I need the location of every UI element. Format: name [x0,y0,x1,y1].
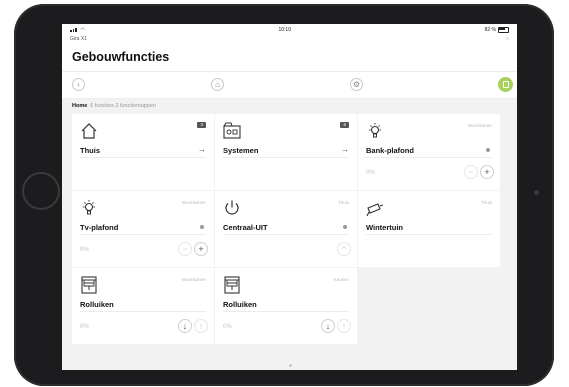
dim-value: 0% [80,247,89,253]
tile-thuis[interactable]: 3 Thuis → [72,114,214,190]
status-dot [486,148,490,152]
increase-button[interactable]: + [194,242,208,256]
tile-name: Systemen [223,146,259,155]
blind-icon [80,276,98,294]
page-title: Gebouwfuncties [72,50,170,64]
tile-centraal-uit[interactable]: Thuis Centraal-UIT ^ [215,191,357,267]
tile-tv-plafond[interactable]: Woonkamer Tv-plafond 0% − + [72,191,214,267]
decrease-button[interactable]: − [178,242,192,256]
systems-icon [223,122,241,140]
tile-systemen[interactable]: 6 Systemen → [215,114,357,190]
camera-icon [366,199,384,217]
breadcrumb-info: 6 functies 2 functiemappen [90,103,157,109]
decrease-button[interactable]: − [464,165,478,179]
room-label: Woonkamer [181,277,206,282]
tile-name: Bank-plafond [366,146,414,155]
house-icon [80,122,98,140]
divider [223,311,349,312]
room-label: Thuis [337,200,349,205]
divider [223,157,349,158]
tile-rolluiken-woonkamer[interactable]: Woonkamer Rolluiken 0% ↓ ↑ [72,268,214,344]
back-icon[interactable]: ‹ [72,78,85,91]
function-grid: 3 Thuis → 6 Systemen → Woonkamer Bank-pl… [62,114,517,344]
signal-icon [70,27,77,32]
wifi-icon: ◠ [80,26,85,33]
arrow-right-icon: → [341,145,349,154]
room-label: Woonkamer [181,200,206,205]
down-button[interactable]: ↓ [321,319,335,333]
battery-label: 82 % [484,26,496,33]
count-badge: 6 [340,122,349,128]
divider [366,234,492,235]
room-label: Woonkamer [467,123,492,128]
nav-bar: ‹ ⌂ ⚙ [62,72,517,99]
home-nav-icon[interactable]: ⌂ [211,78,224,91]
bulb-icon [366,122,384,140]
breadcrumb: Home 6 functies 2 functiemappen [62,99,517,113]
divider [366,157,492,158]
tile-wintertuin[interactable]: Thuis Wintertuin [358,191,500,267]
home-button[interactable] [22,172,60,210]
app-name: Gira X1 [70,36,87,42]
count-badge: 3 [197,122,206,128]
battery-icon [497,26,509,33]
tile-name: Tv-plafond [80,223,119,232]
arrow-right-icon: → [198,145,206,154]
status-dot [343,225,347,229]
dim-value: 0% [366,170,375,176]
tile-name: Thuis [80,146,100,155]
up-button[interactable]: ↑ [194,319,208,333]
position-value: 0% [80,324,89,330]
tile-bank-plafond[interactable]: Woonkamer Bank-plafond 0% − + [358,114,500,190]
status-dot [200,225,204,229]
tile-name: Wintertuin [366,223,404,232]
tile-name: Rolluiken [80,300,114,309]
device-list-icon[interactable] [498,77,513,92]
page-indicator [289,364,292,367]
position-value: 0% [223,324,232,330]
app-screen: ◠ 10:10 82 % Gira X1 ≡ Gebouwfuncties ‹ … [62,24,517,370]
divider [80,311,206,312]
status-time: 10:10 [278,26,291,33]
tile-name: Rolluiken [223,300,257,309]
divider [223,234,349,235]
up-button[interactable]: ↑ [337,319,351,333]
divider [80,157,206,158]
status-bar: ◠ 10:10 82 % [62,24,517,35]
room-label: Thuis [480,200,492,205]
tile-name: Centraal-UIT [223,223,268,232]
bulb-icon [80,199,98,217]
settings-icon[interactable]: ⚙ [350,78,363,91]
front-camera [534,190,539,195]
menu-icon[interactable]: ≡ [506,36,509,42]
divider [80,234,206,235]
room-label: Keuken [333,277,349,282]
tile-rolluiken-keuken[interactable]: Keuken Rolluiken 0% ↓ ↑ [215,268,357,344]
blind-icon [223,276,241,294]
up-button[interactable]: ^ [337,242,351,256]
increase-button[interactable]: + [480,165,494,179]
breadcrumb-home[interactable]: Home [72,103,87,109]
power-icon [223,199,241,217]
down-button[interactable]: ↓ [178,319,192,333]
title-bar: Gebouwfuncties [62,43,517,72]
app-bar: Gira X1 ≡ [62,35,517,43]
